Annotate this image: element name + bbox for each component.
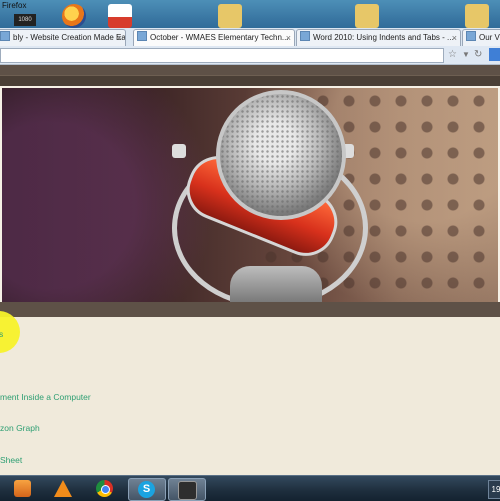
vlc-icon xyxy=(54,480,72,497)
tab-october-wmaes[interactable]: October - WMAES Elementary Techn... × xyxy=(133,29,295,46)
search-engine-box[interactable] xyxy=(489,48,500,61)
reload-icon[interactable]: ↻ xyxy=(474,49,482,61)
page-favicon-icon xyxy=(137,31,147,41)
close-icon[interactable]: × xyxy=(286,30,291,46)
system-tray-clock[interactable]: 19 xyxy=(488,480,500,499)
page-link[interactable]: s xyxy=(0,329,3,339)
page-favicon-icon xyxy=(300,31,310,41)
close-icon[interactable]: × xyxy=(117,30,122,46)
tab-label: Our Vide xyxy=(479,33,500,42)
recorder-icon xyxy=(178,481,197,500)
taskbar: S 19 xyxy=(0,475,500,501)
page-link[interactable]: Sheet xyxy=(0,455,22,465)
desktop-strip: Firefox 1080 xyxy=(0,0,500,30)
folder-icon[interactable] xyxy=(218,4,242,28)
taskbar-skype[interactable]: S xyxy=(128,478,166,501)
firefox-icon[interactable] xyxy=(62,4,86,28)
tab-website-creation[interactable]: bly - Website Creation Made Easy × xyxy=(0,29,126,46)
taskbar-vlc[interactable] xyxy=(46,478,82,499)
tab-word-2010[interactable]: Word 2010: Using Indents and Tabs - ... … xyxy=(296,29,461,46)
taskbar-recorder[interactable] xyxy=(168,478,206,501)
skype-icon: S xyxy=(138,481,155,498)
page-favicon-icon xyxy=(0,31,10,41)
window-title: Firefox xyxy=(2,1,27,10)
close-icon[interactable]: × xyxy=(452,30,457,46)
tab-label: Word 2010: Using Indents and Tabs - ... xyxy=(313,33,454,42)
taskbar-chrome[interactable] xyxy=(87,478,123,499)
mic-stand xyxy=(230,266,322,302)
page-favicon-icon xyxy=(466,31,476,41)
mic-grille xyxy=(216,90,346,220)
url-field[interactable] xyxy=(0,48,444,63)
tab-label: October - WMAES Elementary Techn... xyxy=(150,33,289,42)
document-icon[interactable] xyxy=(108,4,132,28)
bookmark-star-icon[interactable]: ☆ xyxy=(448,49,457,61)
chevron-down-icon[interactable]: ▼ xyxy=(462,49,470,61)
mic-arm-left xyxy=(172,144,186,158)
folder-icon[interactable] xyxy=(355,4,379,28)
page-link[interactable]: ment Inside a Computer xyxy=(0,392,91,402)
page-link[interactable]: zon Graph xyxy=(0,423,40,433)
folder-icon[interactable] xyxy=(465,4,489,28)
tab-our-video[interactable]: Our Vide xyxy=(462,29,500,46)
banner-bottom-border xyxy=(0,302,500,317)
chrome-icon xyxy=(96,480,113,497)
tab-bar: bly - Website Creation Made Easy × Octob… xyxy=(0,28,500,47)
banner-stripe xyxy=(0,75,500,86)
window-badge: 1080 xyxy=(14,14,36,26)
taskbar-media-player[interactable] xyxy=(5,478,41,499)
navigation-bar: ☆ ▼ ↻ xyxy=(0,46,500,65)
media-player-icon xyxy=(14,480,31,497)
tab-label: bly - Website Creation Made Easy xyxy=(13,33,126,42)
banner-image-microphone xyxy=(0,86,500,304)
